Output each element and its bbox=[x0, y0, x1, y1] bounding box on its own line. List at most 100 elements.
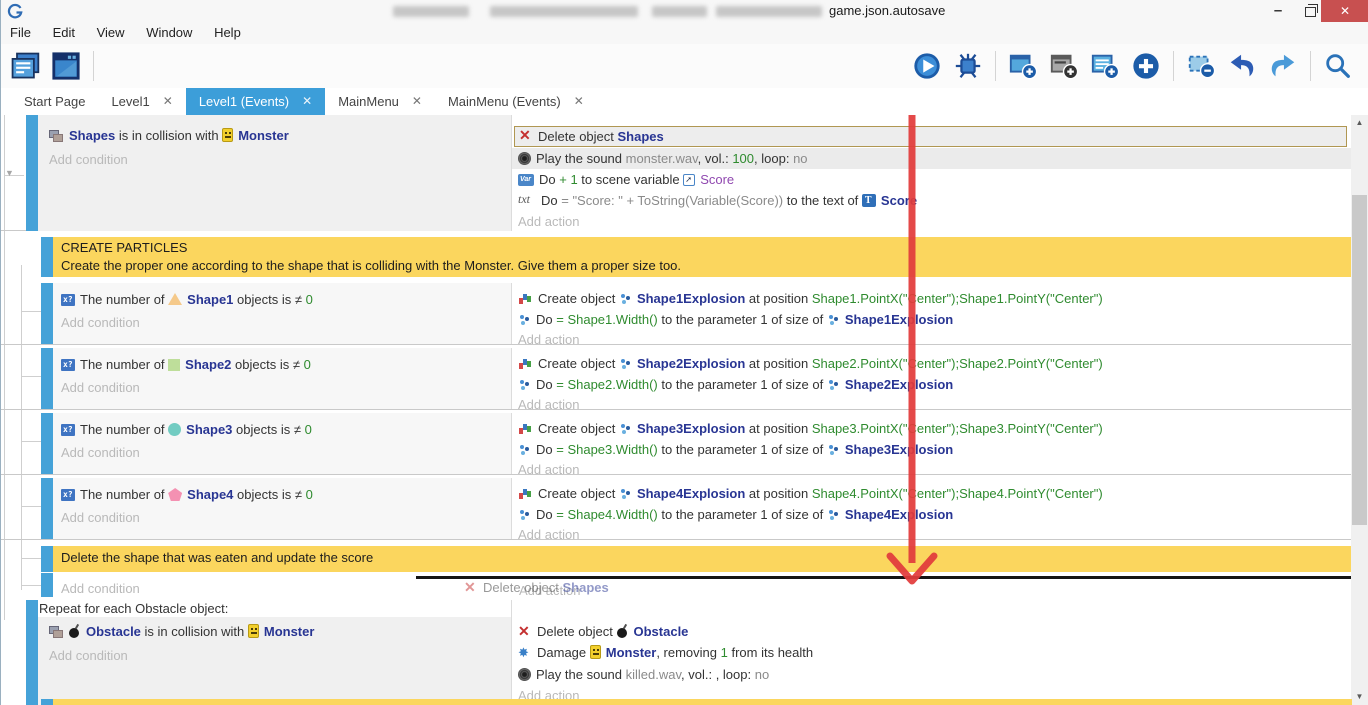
add-condition-link[interactable]: Add condition bbox=[61, 313, 140, 333]
action-row[interactable]: Do = "Score: " + ToString(Variable(Score… bbox=[518, 191, 917, 211]
text-segment: at position bbox=[745, 356, 812, 371]
add-action-link[interactable]: Add action bbox=[518, 395, 579, 415]
event-handle[interactable] bbox=[41, 283, 53, 344]
tab-level1-events[interactable]: Level1 (Events) bbox=[186, 88, 325, 115]
action-row[interactable]: Create object Shape1Explosion at positio… bbox=[518, 289, 1103, 309]
conditions-column: Shapes is in collision with Monster Add … bbox=[38, 115, 511, 231]
conditions-column: Obstacle is in collision with Monster Ad… bbox=[38, 617, 511, 705]
close-button[interactable] bbox=[1321, 0, 1368, 22]
add-condition-link[interactable]: Add condition bbox=[61, 378, 140, 398]
add-action-link[interactable]: Add action bbox=[518, 525, 579, 545]
tab-mainmenu[interactable]: MainMenu bbox=[325, 88, 435, 115]
minimize-button[interactable] bbox=[1263, 0, 1293, 22]
condition-row[interactable]: Obstacle is in collision with Monster bbox=[49, 622, 314, 642]
redo-icon[interactable] bbox=[1265, 48, 1301, 84]
toolbar-separator bbox=[93, 51, 94, 81]
menu-edit[interactable]: Edit bbox=[44, 22, 84, 44]
create-icon bbox=[518, 357, 533, 370]
scrollbar-thumb[interactable] bbox=[1352, 195, 1367, 525]
text-segment: no bbox=[793, 151, 807, 166]
repeat-header[interactable]: Repeat for each Obstacle object: bbox=[39, 601, 228, 616]
comment-partial[interactable] bbox=[53, 699, 1352, 705]
text-segment: to the parameter 1 of size of bbox=[658, 442, 827, 457]
event-handle bbox=[41, 699, 53, 705]
dragged-action-ghost[interactable]: Delete object Shapes bbox=[464, 578, 609, 598]
menu-file[interactable]: File bbox=[1, 22, 40, 44]
action-row[interactable]: Create object Shape3Explosion at positio… bbox=[518, 419, 1103, 439]
text-segment: at position bbox=[745, 421, 812, 436]
action-row[interactable]: Do + 1 to scene variable Score bbox=[518, 170, 734, 190]
event-handle[interactable] bbox=[41, 237, 53, 277]
text-segment: Delete object bbox=[537, 624, 617, 639]
add-condition-link[interactable]: Add condition bbox=[49, 646, 128, 666]
event-handle[interactable] bbox=[26, 115, 38, 231]
scroll-up-icon[interactable]: ▲ bbox=[1351, 115, 1368, 131]
delete-icon bbox=[464, 580, 478, 594]
text-segment: = Shape1.Width() bbox=[556, 312, 658, 327]
tab-level1[interactable]: Level1 bbox=[98, 88, 185, 115]
particle-icon bbox=[827, 314, 840, 326]
add-condition-link[interactable]: Add condition bbox=[61, 579, 140, 599]
create-icon bbox=[518, 487, 533, 500]
comment-delete-shape[interactable]: Delete the shape that was eaten and upda… bbox=[53, 546, 1352, 572]
condition-row[interactable]: The number of Shape2 objects is ≠ 0 bbox=[61, 355, 311, 375]
close-tab-icon[interactable] bbox=[302, 88, 312, 115]
add-event-icon[interactable] bbox=[1005, 48, 1041, 84]
scene-editor-icon[interactable] bbox=[48, 48, 84, 84]
remove-selection-icon[interactable] bbox=[1183, 48, 1219, 84]
text-segment: at position bbox=[745, 486, 812, 501]
add-circle-icon[interactable] bbox=[1128, 48, 1164, 84]
close-tab-icon[interactable] bbox=[412, 88, 422, 115]
condition-row[interactable]: The number of Shape1 objects is ≠ 0 bbox=[61, 290, 313, 310]
event-handle[interactable] bbox=[41, 546, 53, 572]
text-segment: The number of bbox=[80, 357, 168, 372]
search-icon[interactable] bbox=[1320, 48, 1356, 84]
text-segment: is in collision with bbox=[141, 624, 248, 639]
text-segment: , vol.: , loop: bbox=[681, 667, 755, 682]
text-segment: Do bbox=[541, 193, 561, 208]
vertical-scrollbar[interactable]: ▲ ▼ bbox=[1351, 115, 1368, 705]
scroll-down-icon[interactable]: ▼ bbox=[1351, 689, 1368, 705]
condition-row[interactable]: The number of Shape3 objects is ≠ 0 bbox=[61, 420, 312, 440]
add-condition-link[interactable]: Add condition bbox=[49, 150, 128, 170]
monster-icon bbox=[222, 128, 233, 142]
action-row[interactable]: Play the sound killed.wav, vol.: , loop:… bbox=[518, 665, 769, 685]
project-manager-icon[interactable] bbox=[7, 48, 43, 84]
play-icon[interactable] bbox=[909, 48, 945, 84]
action-row[interactable]: Delete object Obstacle bbox=[518, 622, 688, 642]
action-row[interactable]: Create object Shape2Explosion at positio… bbox=[518, 354, 1103, 374]
tab-mainmenu-events[interactable]: MainMenu (Events) bbox=[435, 88, 597, 115]
add-condition-link[interactable]: Add condition bbox=[61, 443, 140, 463]
add-subevent-icon[interactable] bbox=[1046, 48, 1082, 84]
toolbar bbox=[1, 44, 1368, 88]
add-action-link[interactable]: Add action bbox=[518, 460, 579, 480]
sound-icon bbox=[518, 668, 531, 681]
add-action-link[interactable]: Add action bbox=[518, 330, 579, 350]
event-handle[interactable] bbox=[41, 478, 53, 539]
add-action-link[interactable]: Add action bbox=[518, 212, 579, 232]
menu-view[interactable]: View bbox=[88, 22, 134, 44]
menu-window[interactable]: Window bbox=[137, 22, 201, 44]
event-handle[interactable] bbox=[41, 413, 53, 474]
event-handle[interactable] bbox=[41, 348, 53, 409]
condition-row[interactable]: The number of Shape4 objects is ≠ 0 bbox=[61, 485, 313, 505]
menu-help[interactable]: Help bbox=[205, 22, 250, 44]
debug-icon[interactable] bbox=[950, 48, 986, 84]
close-tab-icon[interactable] bbox=[574, 88, 584, 115]
add-comment-icon[interactable] bbox=[1087, 48, 1123, 84]
action-row[interactable]: Create object Shape4Explosion at positio… bbox=[518, 484, 1103, 504]
title-bar: game.json.autosave bbox=[1, 0, 1368, 22]
action-row[interactable]: Damage Monster, removing 1 from its heal… bbox=[518, 643, 813, 663]
count-icon bbox=[61, 424, 75, 436]
create-icon bbox=[518, 292, 533, 305]
tab-start-page[interactable]: Start Page bbox=[11, 88, 98, 115]
event-handle[interactable] bbox=[26, 600, 38, 705]
text-segment: Create object bbox=[538, 291, 619, 306]
text-segment: Shape4.PointX("Center");Shape4.PointY("C… bbox=[812, 486, 1103, 501]
condition-row[interactable]: Shapes is in collision with Monster bbox=[49, 126, 289, 146]
comment-create-particles[interactable]: CREATE PARTICLES Create the proper one a… bbox=[53, 237, 1352, 277]
undo-icon[interactable] bbox=[1224, 48, 1260, 84]
close-tab-icon[interactable] bbox=[163, 88, 173, 115]
add-condition-link[interactable]: Add condition bbox=[61, 508, 140, 528]
event-handle[interactable] bbox=[41, 573, 53, 597]
